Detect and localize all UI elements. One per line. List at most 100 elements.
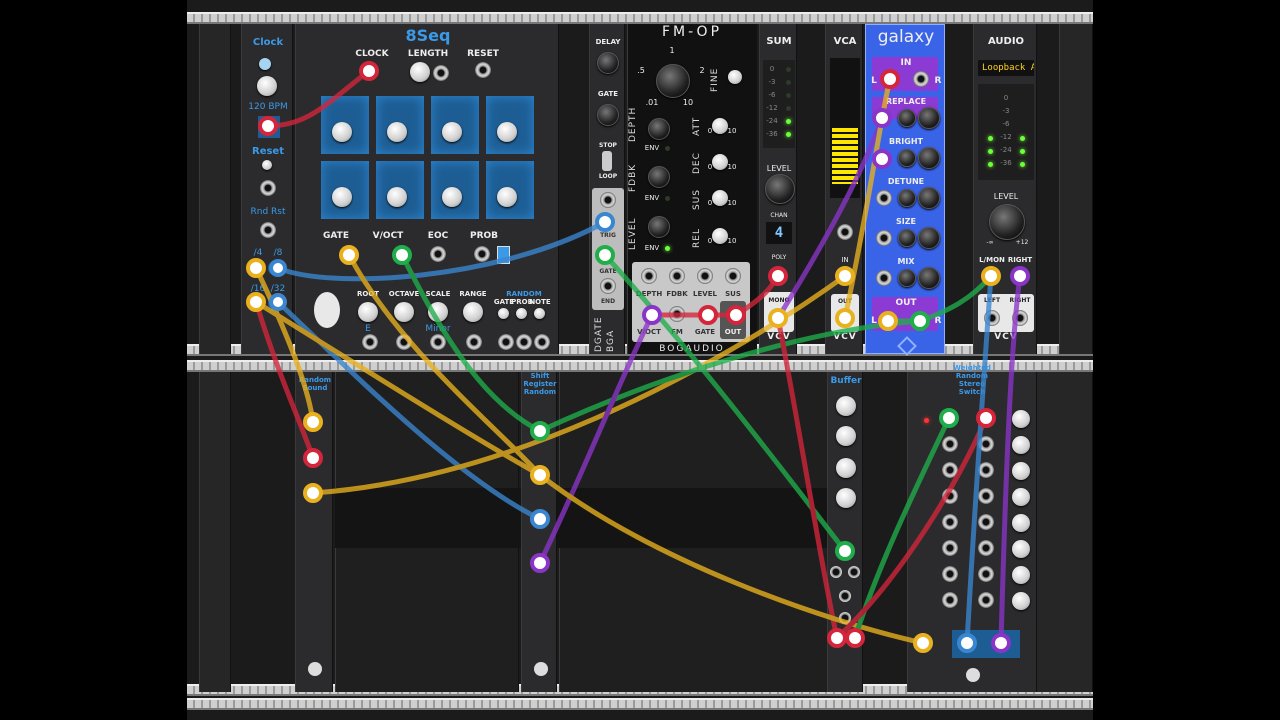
8seq-root-jack[interactable] <box>362 334 378 350</box>
vca-cv-jack[interactable] <box>837 224 853 240</box>
wrss-weight-knob[interactable] <box>1012 462 1030 480</box>
fmop-fdbk-jack[interactable] <box>669 268 685 284</box>
8seq-prob-jack[interactable] <box>474 246 490 262</box>
8seq-rprob-knob[interactable] <box>516 308 527 319</box>
galaxy-mix-atten[interactable] <box>898 269 916 287</box>
fmop-sus-jack[interactable] <box>725 268 741 284</box>
8seq-step-knob[interactable] <box>497 187 517 207</box>
galaxy-bright-knob[interactable] <box>918 147 940 169</box>
wrss-weight-knob[interactable] <box>1012 514 1030 532</box>
fmop-depth-knob[interactable] <box>648 118 670 140</box>
8seq-eoc-jack[interactable] <box>430 246 446 262</box>
fmop-depth-jack[interactable] <box>641 268 657 284</box>
galaxy-detune-atten[interactable] <box>898 189 916 207</box>
wrss-weight-knob[interactable] <box>1012 566 1030 584</box>
audio-out-left-jack[interactable] <box>984 310 1000 326</box>
fmop-dec-knob[interactable] <box>712 154 728 170</box>
fmop-level-jack[interactable] <box>697 268 713 284</box>
buffer-knob[interactable] <box>836 396 856 416</box>
galaxy-detune-cv-jack[interactable] <box>876 190 892 206</box>
8seq-step-knob[interactable] <box>332 187 352 207</box>
clock-run-button[interactable] <box>259 58 271 70</box>
dgate-delay-knob[interactable] <box>597 52 619 74</box>
audio-level-knob[interactable] <box>989 204 1025 240</box>
galaxy-size-knob[interactable] <box>918 227 940 249</box>
wrss-in-right-jack[interactable] <box>978 488 994 504</box>
8seq-step-knob[interactable] <box>387 122 407 142</box>
fmop-fdbk-knob[interactable] <box>648 166 670 188</box>
buffer-jack[interactable] <box>830 566 842 578</box>
8seq-range-jack[interactable] <box>466 334 482 350</box>
8seq-step-knob[interactable] <box>387 187 407 207</box>
dgate-loop-switch[interactable] <box>602 151 612 171</box>
wrss-in-left-jack[interactable] <box>942 514 958 530</box>
buffer-jack[interactable] <box>839 612 851 624</box>
buffer-jack[interactable] <box>839 590 851 602</box>
clock-div32-jack[interactable] <box>268 295 284 311</box>
clock-div8-jack[interactable] <box>268 260 284 276</box>
audio-device-display[interactable]: Loopback Au <box>978 60 1034 76</box>
galaxy-size-atten[interactable] <box>898 229 916 247</box>
wrss-in-right-jack[interactable] <box>978 514 994 530</box>
8seq-rnote-knob[interactable] <box>534 308 545 319</box>
fmop-fine-knob[interactable] <box>728 70 742 84</box>
8seq-length-knob[interactable] <box>410 62 430 82</box>
fmop-fm-jack[interactable] <box>669 306 685 322</box>
fmop-level-knob[interactable] <box>648 216 670 238</box>
wrss-in-right-jack[interactable] <box>978 566 994 582</box>
wrss-weight-knob[interactable] <box>1012 592 1030 610</box>
8seq-octave-knob[interactable] <box>394 302 414 322</box>
8seq-scale-jack[interactable] <box>430 334 446 350</box>
wrss-in-left-jack[interactable] <box>942 462 958 478</box>
buffer-knob[interactable] <box>836 488 856 508</box>
wrss-in-left-jack[interactable] <box>942 566 958 582</box>
fmop-env-led[interactable] <box>665 146 670 151</box>
audio-out-right-jack[interactable] <box>1012 310 1028 326</box>
galaxy-replace-atten[interactable] <box>898 109 916 127</box>
clock-rndrst-jack[interactable] <box>260 222 276 238</box>
8seq-prob-switch[interactable] <box>497 246 510 264</box>
fmop-att-knob[interactable] <box>712 118 728 134</box>
wrss-weight-knob[interactable] <box>1012 488 1030 506</box>
8seq-rgate-jack[interactable] <box>498 334 514 350</box>
wrss-in-left-jack[interactable] <box>942 592 958 608</box>
wrss-in-right-jack[interactable] <box>978 462 994 478</box>
galaxy-in-r-jack[interactable] <box>913 71 929 87</box>
galaxy-size-cv-jack[interactable] <box>876 230 892 246</box>
8seq-step-knob[interactable] <box>442 187 462 207</box>
buffer-knob[interactable] <box>836 458 856 478</box>
wrss-in-left-jack[interactable] <box>942 488 958 504</box>
wrss-weight-knob[interactable] <box>1012 410 1030 428</box>
buffer-jack[interactable] <box>848 566 860 578</box>
wrss-in-right-jack[interactable] <box>978 592 994 608</box>
buffer-knob[interactable] <box>836 426 856 446</box>
8seq-octave-jack[interactable] <box>396 334 412 350</box>
8seq-scale-knob[interactable] <box>428 302 448 322</box>
dgate-end-jack[interactable] <box>600 278 616 294</box>
8seq-rgate-knob[interactable] <box>498 308 509 319</box>
fmop-env-led[interactable] <box>665 196 670 201</box>
fmop-sus-knob[interactable] <box>712 190 728 206</box>
sum-level-knob[interactable] <box>765 174 795 204</box>
clock-bpm-knob[interactable] <box>257 76 277 96</box>
8seq-step-knob[interactable] <box>332 122 352 142</box>
wrss-in-right-jack[interactable] <box>978 436 994 452</box>
galaxy-detune-knob[interactable] <box>918 187 940 209</box>
8seq-reset-jack[interactable] <box>475 62 491 78</box>
8seq-range-knob[interactable] <box>463 302 483 322</box>
8seq-rnote-jack[interactable] <box>534 334 550 350</box>
8seq-root-knob[interactable] <box>358 302 378 322</box>
galaxy-replace-knob[interactable] <box>918 107 940 129</box>
fmop-frequency-knob[interactable] <box>656 64 690 98</box>
fmop-env-led[interactable] <box>665 246 670 251</box>
8seq-step-knob[interactable] <box>497 122 517 142</box>
8seq-length-jack[interactable] <box>433 65 449 81</box>
wrss-in-right-jack[interactable] <box>978 540 994 556</box>
galaxy-bright-atten[interactable] <box>898 149 916 167</box>
dgate-gate-knob[interactable] <box>597 104 619 126</box>
galaxy-mix-cv-jack[interactable] <box>876 270 892 286</box>
wrss-weight-knob[interactable] <box>1012 436 1030 454</box>
galaxy-mix-knob[interactable] <box>918 267 940 289</box>
8seq-step-knob[interactable] <box>442 122 462 142</box>
dgate-trig-jack[interactable] <box>600 192 616 208</box>
